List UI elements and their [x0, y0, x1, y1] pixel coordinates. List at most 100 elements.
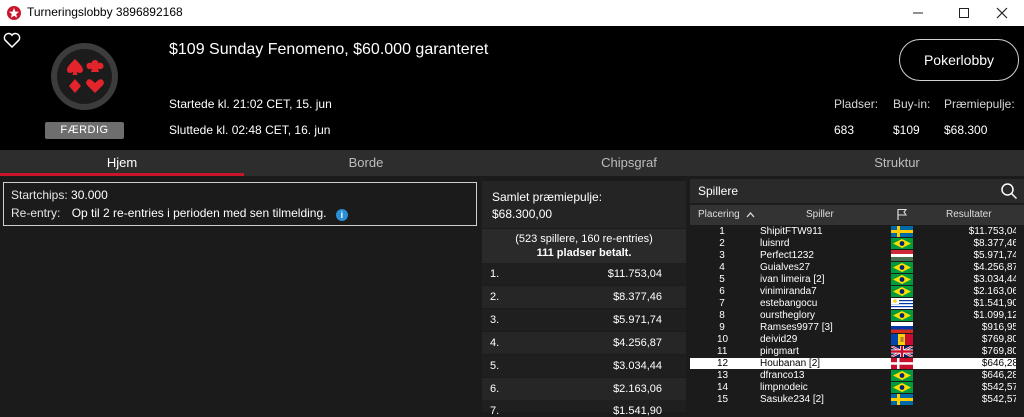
player-result: $1.541,90	[973, 298, 1019, 309]
player-rank: 13	[717, 370, 729, 381]
favorite-heart-icon[interactable]	[3, 32, 21, 48]
window-title: Turneringslobby 3896892168	[27, 5, 183, 19]
player-result: $2.163,06	[973, 286, 1019, 297]
prize-row: 7. $1.541,90	[482, 400, 686, 417]
pokerlobby-button[interactable]: Pokerlobby	[899, 39, 1019, 81]
player-row[interactable]: 7 estebangocu $1.541,90	[690, 298, 1024, 309]
player-name: Houbanan [2]	[760, 358, 821, 369]
player-row[interactable]: 8 oursthеglory $1.099,12	[690, 310, 1024, 321]
tab-hjem[interactable]: Hjem	[0, 150, 244, 176]
card-suits-icon	[66, 58, 104, 93]
players-scrollbar[interactable]	[1016, 225, 1024, 412]
start-time: Startede kl. 21:02 CET, 15. jun	[169, 97, 332, 111]
player-rank: 11	[717, 346, 728, 357]
prize-rank: 2.	[490, 291, 500, 303]
player-name: Perfect1232	[760, 250, 814, 261]
player-rank: 6	[719, 286, 725, 297]
player-row[interactable]: 4 Guialves27 $4.256,87	[690, 262, 1024, 273]
brazil-flag-icon	[891, 370, 913, 381]
prize-amount: $2.163,06	[613, 383, 662, 395]
tab-chipsgraf[interactable]: Chipsgraf	[488, 150, 770, 176]
reentry-row: Re-entry: Op til 2 re-entries i perioden…	[11, 206, 348, 221]
player-name: deivid29	[760, 334, 798, 345]
end-time: Sluttede kl. 02:48 CET, 16. jun	[169, 123, 331, 137]
prize-row: 3. $5.971,74	[482, 309, 686, 331]
minimize-icon	[913, 12, 923, 14]
reentry-label: Re-entry:	[11, 206, 61, 220]
player-rank: 4	[719, 262, 725, 273]
player-row[interactable]: 2 luisnrd $8.377,46	[690, 238, 1024, 249]
player-rank: 3	[719, 250, 725, 261]
prize-row: 4. $4.256,87	[482, 332, 686, 354]
seats-value: 683	[834, 123, 855, 137]
prize-row: 6. $2.163,06	[482, 378, 686, 400]
window-titlebar: Turneringslobby 3896892168	[0, 0, 1024, 26]
tournament-header: FÆRDIG $109 Sunday Fenomeno, $60.000 gar…	[0, 26, 1024, 150]
player-rank: 5	[719, 274, 725, 285]
brazil-flag-icon	[891, 238, 913, 249]
flag-column-icon[interactable]	[896, 208, 908, 221]
player-row[interactable]: 9 Ramses9977 [3] $916,95	[690, 322, 1024, 333]
player-rank: 1	[719, 226, 725, 237]
player-row[interactable]: 6 vinimiranda7 $2.163,06	[690, 286, 1024, 297]
player-result: $8.377,46	[973, 238, 1019, 249]
tournament-info-box: Startchips: 30.000 Re-entry: Op til 2 re…	[3, 182, 477, 226]
prize-rank: 1.	[490, 268, 500, 280]
prize-rank: 6.	[490, 383, 500, 395]
sort-ascending-icon[interactable]	[746, 211, 755, 218]
col-player[interactable]: Spiller	[806, 209, 834, 220]
player-result: $3.034,44	[973, 274, 1019, 285]
player-result: $916,95	[981, 322, 1018, 333]
brazil-flag-icon	[891, 382, 913, 393]
player-rank: 2	[719, 238, 725, 249]
moldova-flag-icon	[891, 334, 913, 345]
startchips-label: Startchips:	[11, 188, 68, 202]
player-result: $11.753,04	[968, 226, 1018, 237]
prize-amount: $4.256,87	[613, 337, 662, 349]
player-row[interactable]: 11 pingmart $769,80	[690, 346, 1024, 357]
prize-rank: 5.	[490, 360, 500, 372]
player-result: $769,80	[981, 346, 1018, 357]
prize-rank: 7.	[490, 405, 500, 417]
brazil-flag-icon	[891, 262, 913, 273]
prize-amount: $3.034,44	[613, 360, 662, 372]
player-row[interactable]: 1 ShipitFTW911 $11.753,04	[690, 226, 1024, 237]
startchips-row: Startchips: 30.000	[11, 188, 108, 202]
col-result[interactable]: Resultater	[946, 209, 992, 220]
player-result: $542,57	[981, 382, 1018, 393]
uk-flag-icon	[891, 346, 913, 357]
player-row[interactable]: 3 Perfect1232 $5.971,74	[690, 250, 1024, 261]
tab-borde[interactable]: Borde	[244, 150, 488, 176]
player-row[interactable]: 15 Sasuke234 [2] $542,57	[690, 394, 1024, 405]
status-badge: FÆRDIG	[45, 122, 124, 139]
player-name: estebangocu	[760, 298, 818, 309]
prize-row: 1. $11.753,04	[482, 263, 686, 285]
prize-note-players: (523 spillere, 160 re-entries)	[515, 233, 653, 245]
col-place[interactable]: Placering	[698, 209, 740, 220]
prize-amount: $11.753,04	[607, 268, 662, 280]
hungary-flag-icon	[891, 250, 913, 261]
minimize-button[interactable]	[896, 0, 940, 26]
player-rank: 8	[719, 310, 725, 321]
player-row[interactable]: 12 Houbanan [2] $646,28	[690, 358, 1024, 369]
players-column-header: Placering Spiller Resultater	[690, 205, 1024, 225]
player-result: $5.971,74	[973, 250, 1019, 261]
reentry-value: Op til 2 re-entries i perioden med sen t…	[71, 206, 327, 220]
player-row[interactable]: 5 ivan limeira [2] $3.034,44	[690, 274, 1024, 285]
prize-amount: $1.541,90	[613, 405, 662, 417]
player-row[interactable]: 14 limpnodeic $542,57	[690, 382, 1024, 393]
close-button[interactable]	[980, 0, 1024, 26]
player-row[interactable]: 13 dfranco13 $646,28	[690, 370, 1024, 381]
player-rank: 7	[719, 298, 725, 309]
players-title: Spillere	[698, 184, 739, 198]
prize-row: 2. $8.377,46	[482, 286, 686, 308]
tab-struktur[interactable]: Struktur	[770, 150, 1024, 176]
brazil-flag-icon	[891, 310, 913, 321]
info-icon[interactable]: i	[335, 209, 348, 221]
player-row[interactable]: 10 deivid29 $769,80	[690, 334, 1024, 345]
player-name: Guialves27	[760, 262, 811, 273]
search-icon[interactable]	[1000, 182, 1018, 200]
brazil-flag-icon	[891, 286, 913, 297]
player-name: oursthеglory	[760, 310, 816, 321]
denmark-flag-icon	[891, 358, 913, 369]
